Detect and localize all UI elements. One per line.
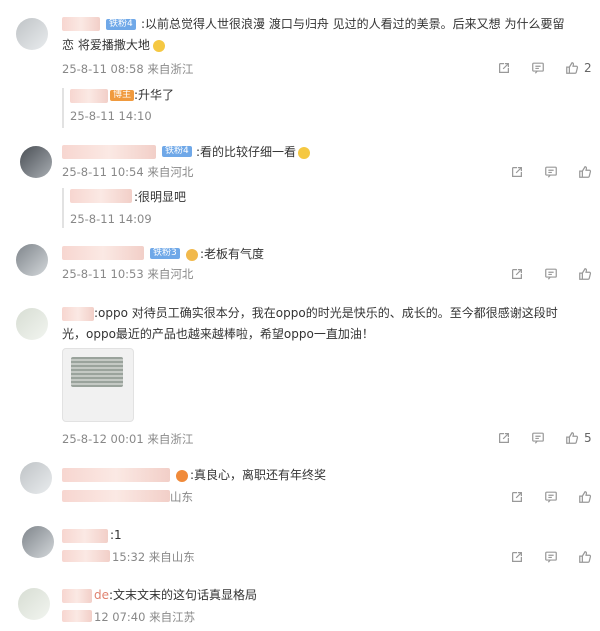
username[interactable]: [62, 468, 170, 482]
hidden-meta: [62, 550, 110, 562]
share-icon[interactable]: [509, 489, 525, 505]
avatar[interactable]: [22, 526, 54, 558]
avatar[interactable]: [16, 18, 48, 50]
avatar[interactable]: [16, 308, 48, 340]
comment-icon[interactable]: [543, 549, 559, 565]
reply-meta: 25-8-11 14:10: [70, 109, 152, 123]
crown-icon: [176, 470, 188, 482]
comment-text: :以前总觉得人世很浪漫 渡口与归舟 见过的人看过的美景。后来又想 为什么要留: [141, 17, 565, 31]
username[interactable]: [62, 307, 94, 321]
comment-icon[interactable]: [543, 266, 559, 282]
hidden-meta: [62, 610, 92, 622]
avatar[interactable]: [20, 146, 52, 178]
comment-actions: [509, 164, 593, 180]
comment-actions: [509, 266, 593, 282]
share-icon[interactable]: [509, 549, 525, 565]
username[interactable]: [70, 89, 108, 103]
like-icon[interactable]: [577, 549, 593, 565]
avatar[interactable]: [18, 588, 50, 620]
comment-icon[interactable]: [530, 430, 546, 446]
fan-badge: 铁粉3: [150, 248, 180, 259]
username[interactable]: [62, 246, 144, 260]
reply-text: :很明显吧: [134, 190, 187, 204]
like-icon[interactable]: [564, 430, 580, 446]
share-icon[interactable]: [496, 60, 512, 76]
comment-icon[interactable]: [543, 164, 559, 180]
reply-indent-bar: [62, 88, 64, 128]
username[interactable]: [62, 529, 108, 543]
avatar[interactable]: [20, 462, 52, 494]
share-icon[interactable]: [509, 266, 525, 282]
comment-icon[interactable]: [530, 60, 546, 76]
share-icon[interactable]: [509, 164, 525, 180]
comment-meta: 15:32 来自山东: [112, 550, 195, 564]
comment-text: :看的比较仔细一看: [196, 143, 311, 161]
comment-text-continued: 恋 将爱播撒大地: [62, 36, 165, 54]
like-icon[interactable]: [577, 266, 593, 282]
reply-indent-bar: [62, 188, 64, 228]
username-tail[interactable]: de: [94, 588, 109, 602]
reply-meta: 25-8-11 14:09: [70, 212, 152, 226]
comment-text: :oppo 对待员工确实很本分，我在oppo的时光是快乐的、成长的。至今都很感谢…: [94, 306, 558, 320]
username[interactable]: [62, 145, 156, 159]
comment-text: de:文末文末的这句话真显格局: [94, 588, 258, 602]
username[interactable]: [62, 17, 100, 31]
comment-actions: 2: [496, 60, 592, 76]
comment-actions: 5: [496, 430, 592, 446]
like-icon[interactable]: [577, 164, 593, 180]
like-icon[interactable]: [577, 489, 593, 505]
comment-meta: 25-8-11 08:58 来自浙江: [62, 62, 194, 76]
username[interactable]: [70, 189, 132, 203]
comment-meta: 12 07:40 来自江苏: [94, 610, 196, 624]
comment-text: :老板有气度: [186, 245, 264, 263]
hidden-meta: [62, 490, 170, 502]
share-icon[interactable]: [496, 430, 512, 446]
comment-text-continued: 光，oppo最近的产品也越来越棒啦，希望oppo一直加油！: [62, 327, 374, 341]
comment-meta: 25-8-11 10:53 来自河北: [62, 267, 194, 281]
comment-text: :真良心，离职还有年终奖: [190, 468, 327, 482]
comment-actions: [509, 549, 593, 565]
host-badge: 博主: [110, 90, 135, 101]
comment-meta: 25-8-12 00:01 来自浙江: [62, 432, 194, 446]
fan-badge: 铁粉4: [162, 146, 192, 157]
avatar[interactable]: [16, 244, 48, 276]
comment-actions: [509, 489, 593, 505]
like-icon[interactable]: [564, 60, 580, 76]
laugh-emoji-icon: [152, 39, 165, 52]
like-count: 2: [584, 61, 592, 75]
username[interactable]: [62, 589, 92, 603]
image-content: [71, 357, 123, 387]
like-count: 5: [584, 431, 592, 445]
comment-text: :1: [110, 528, 122, 542]
thumbs-up-emoji-icon: [186, 248, 198, 261]
comment-image[interactable]: [62, 348, 134, 422]
comment-meta: 25-8-11 10:54 来自河北: [62, 165, 194, 179]
fan-badge: 铁粉4: [106, 19, 136, 30]
comment-icon[interactable]: [543, 489, 559, 505]
laugh-emoji-icon: [298, 146, 311, 159]
comment-meta: 山东: [170, 490, 193, 504]
reply-text: :升华了: [134, 88, 175, 102]
